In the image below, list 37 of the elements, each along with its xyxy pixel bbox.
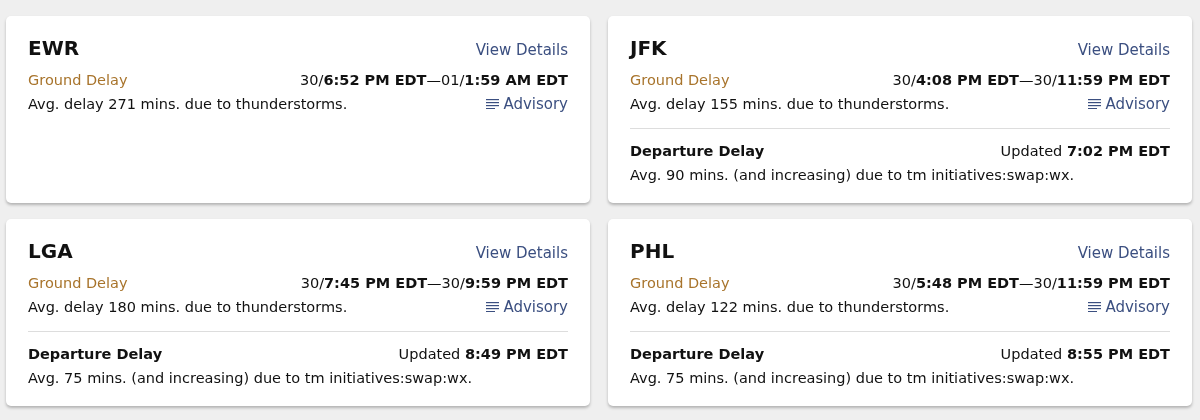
list-icon (486, 99, 500, 109)
delay-time: Updated 7:02 PM EDT (1000, 142, 1170, 161)
view-details-link[interactable]: View Details (475, 41, 568, 59)
delay-description: Avg. delay 271 mins. due to thunderstorms. (28, 95, 348, 114)
view-details-link[interactable]: View Details (1077, 244, 1170, 262)
delay-type: Ground Delay (630, 274, 730, 293)
delay-type: Ground Delay (28, 274, 128, 293)
delay-time: 30/4:08 PM EDT—30/11:59 PM EDT (892, 71, 1170, 90)
airport-code: JFK (630, 36, 667, 60)
list-icon (1088, 99, 1102, 109)
advisory-link[interactable]: Advisory (486, 92, 568, 116)
delay-description: Avg. 90 mins. (and increasing) due to tm initiatives:swap:wx. (630, 166, 1075, 185)
airport-code: EWR (28, 36, 80, 60)
advisory-link[interactable]: Advisory (486, 295, 568, 319)
delay-time: 30/5:48 PM EDT—30/11:59 PM EDT (892, 274, 1170, 293)
delay-type: Departure Delay (28, 345, 163, 364)
delay-description: Avg. delay 155 mins. due to thunderstorms. (630, 95, 950, 114)
view-details-link[interactable]: View Details (1077, 41, 1170, 59)
delay-time: Updated 8:55 PM EDT (1000, 345, 1170, 364)
delay-description: Avg. delay 180 mins. due to thunderstorms. (28, 298, 348, 317)
delay-description: Avg. 75 mins. (and increasing) due to tm initiatives:swap:wx. (630, 369, 1075, 388)
delay-type: Ground Delay (630, 71, 730, 90)
list-icon (1088, 302, 1102, 312)
delay-description: Avg. delay 122 mins. due to thunderstorms. (630, 298, 950, 317)
delay-type: Ground Delay (28, 71, 128, 90)
delay-description: Avg. 75 mins. (and increasing) due to tm initiatives:swap:wx. (28, 369, 473, 388)
view-details-link[interactable]: View Details (475, 244, 568, 262)
delay-time: Updated 8:49 PM EDT (398, 345, 568, 364)
advisory-link[interactable]: Advisory (1088, 295, 1170, 319)
airport-code: PHL (630, 239, 675, 263)
delay-type: Departure Delay (630, 142, 765, 161)
airport-code: LGA (28, 239, 73, 263)
list-icon (486, 302, 500, 312)
delay-time: 30/6:52 PM EDT—01/1:59 AM EDT (300, 71, 568, 90)
delay-time: 30/7:45 PM EDT—30/9:59 PM EDT (300, 274, 568, 293)
delay-type: Departure Delay (630, 345, 765, 364)
advisory-link[interactable]: Advisory (1088, 92, 1170, 116)
